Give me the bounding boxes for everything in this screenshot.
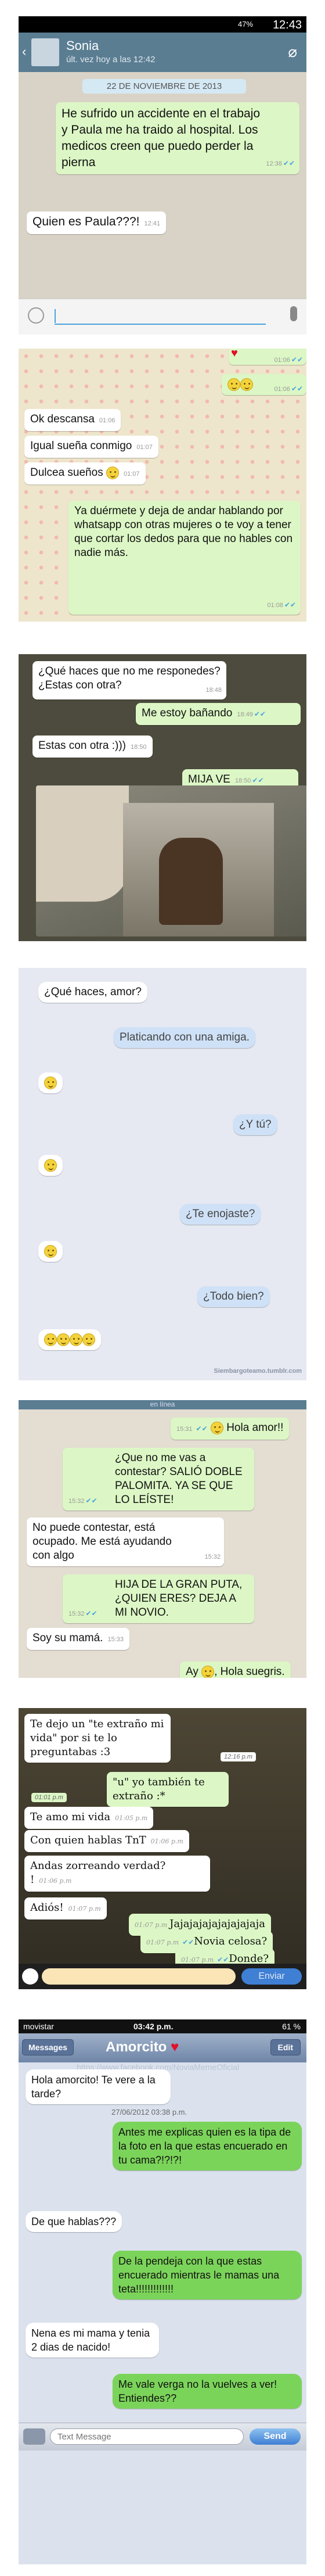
message-input[interactable] xyxy=(42,1968,236,1985)
screenshot-3: ¿Qué haces que no me responedes? ¿Estas … xyxy=(19,654,306,941)
camera-icon[interactable] xyxy=(23,2428,45,2445)
online-status: en línea xyxy=(19,1400,306,1409)
back-button[interactable]: Messages xyxy=(22,2039,74,2055)
message-input[interactable] xyxy=(55,307,266,325)
message-bubble: Soy su mamá. 15:33 xyxy=(27,1628,129,1650)
watermark: Siembargoteamo.tumblr.com xyxy=(214,1368,302,1375)
message-bubble: "u" yo también te extraño :* xyxy=(107,1772,229,1807)
message-bubble: Nena es mi mama y tenia 2 dias de nacido… xyxy=(26,2323,159,2358)
screenshot-2: ♥ 01:06 ✔✔ 01:06 ✔✔ Ok descansa 01:06 Igual… xyxy=(19,349,306,622)
message-bubble: Ay , Hola suegris. xyxy=(180,1662,291,1678)
message-bubble: Hola amorcito! Te vere a la tarde? xyxy=(26,2069,171,2104)
carrier: movistar xyxy=(23,2022,54,2031)
date-badge: 22 DE NOVIEMBRE DE 2013 xyxy=(82,79,246,94)
compose-bar xyxy=(19,299,306,335)
message-bubble: Ya duérmete y deja de andar hablando por… xyxy=(68,501,301,615)
smile-emoji xyxy=(44,1244,57,1258)
smile-emoji xyxy=(82,1333,95,1346)
smile-emoji xyxy=(44,1076,57,1089)
message-input[interactable] xyxy=(50,2428,244,2445)
send-button[interactable]: Enviar xyxy=(241,1968,302,1985)
message-bubble: Te amo mi vida 01:05 p.m xyxy=(24,1807,154,1829)
message-bubble: ¿Todo bien? xyxy=(197,1286,270,1307)
message-bubble: Igual sueña conmigo 01:07 xyxy=(24,436,158,458)
message-bubble: Andas zorreando verdad? ! 01:06 p.m xyxy=(24,1856,210,1892)
message-bubble: Estas con otra :))) 18:50 xyxy=(32,736,153,758)
message-bubble: ¿Te enojaste? xyxy=(180,1204,261,1225)
message-bubble: ¿Que no me vas a contestar? SALIÓ DOBLE … xyxy=(63,1448,254,1511)
compose-bar: Send xyxy=(19,2423,306,2451)
screenshot-5: en línea 15:31 ✔✔ Hola amor!! ¿Que no me … xyxy=(19,1400,306,1678)
back-icon[interactable]: ‹ xyxy=(22,44,26,59)
person-photo xyxy=(159,838,223,925)
heart-emoji: ♥ xyxy=(231,349,238,360)
attach-icon[interactable]: ⌀ xyxy=(288,43,297,61)
smile-emoji xyxy=(57,1333,70,1346)
message-bubble: Antes me explicas quien es la tipa de la… xyxy=(113,2122,302,2170)
message-bubble: Adiós! 01:07 p.m xyxy=(24,1897,107,1920)
message-bubble: Platicando con una amiga. xyxy=(114,1027,255,1048)
message-bubble: Dulcea sueños 01:07 xyxy=(24,462,146,485)
smile-emoji xyxy=(240,378,253,391)
message-bubble: HIJA DE LA GRAN PUTA, ¿QUIEN ERES? DEJA … xyxy=(63,1574,254,1623)
message-bubble xyxy=(38,1072,63,1093)
smile-emoji xyxy=(106,466,119,479)
heart-icon: ♥ xyxy=(171,2039,179,2055)
battery-level: 61 % xyxy=(282,2022,301,2031)
message-bubble: No puede contestar, está ocupado. Me est… xyxy=(27,1517,224,1566)
avatar[interactable] xyxy=(31,38,59,66)
last-seen: últ. vez hoy a las 12:42 xyxy=(66,55,156,64)
contact-name[interactable]: Sonia xyxy=(66,38,99,53)
message-time: 01:01 p.m xyxy=(31,1793,67,1802)
dog-photo xyxy=(36,785,129,902)
nav-bar: Messages Amorcito ♥ Edit xyxy=(19,2033,306,2062)
screenshot-6: Te dejo un "te extraño mi vida" por si t… xyxy=(19,1708,306,1989)
compose-bar: Enviar xyxy=(19,1964,306,1989)
screenshot-7: movistar 03:42 p.m. 61 % Messages Amorci… xyxy=(19,2019,306,2564)
message-bubble: De la pendeja con la que estas encuerado… xyxy=(113,2251,302,2299)
edit-button[interactable]: Edit xyxy=(270,2039,301,2055)
photo-attachment[interactable] xyxy=(36,785,306,937)
smile-emoji xyxy=(44,1333,57,1346)
message-bubble: Con quien hablas TnT 01:06 p.m xyxy=(24,1830,189,1852)
screenshot-1: 47% 12:43 ‹ Sonia últ. vez hoy a las 12:… xyxy=(19,16,306,335)
message-bubble: Me vale verga no la vuelves a ver! Entie… xyxy=(113,2374,302,2409)
message-bubble: Quien es Paula???! 12:41 xyxy=(27,211,166,234)
message-bubble: Ok descansa 01:06 xyxy=(24,409,121,431)
message-bubble: 15:31 ✔✔ Hola amor!! xyxy=(171,1418,290,1440)
screenshot-4: ¿Qué haces, amor? Platicando con una ami… xyxy=(19,968,306,1380)
message-bubble xyxy=(38,1329,101,1350)
smile-emoji xyxy=(70,1333,82,1346)
message-time: 12:16 p.m xyxy=(221,1752,256,1761)
status-time: 12:43 xyxy=(272,19,302,31)
date-label: 27/06/2012 03:38 p.m. xyxy=(111,2108,187,2116)
message-bubble: ¿Y tú? xyxy=(233,1114,277,1135)
heart-eyes-emoji xyxy=(210,1421,223,1434)
send-button[interactable]: Send xyxy=(250,2428,301,2445)
smile-emoji xyxy=(44,1158,57,1172)
worried-emoji xyxy=(201,1665,215,1678)
smile-emoji xyxy=(228,378,240,391)
message-bubble: Me estoy bañando 18:49 ✔✔ xyxy=(136,703,301,725)
message-bubble xyxy=(38,1241,63,1262)
message-bubble: ¿Qué haces que no me responedes? ¿Estas … xyxy=(32,661,226,699)
battery-icon: 47% xyxy=(237,20,253,28)
message-bubble: De que hablas??? xyxy=(26,2211,122,2232)
message-bubble: ¿Qué haces, amor? xyxy=(38,982,147,1003)
status-time: 03:42 p.m. xyxy=(133,2022,174,2031)
microphone-icon[interactable] xyxy=(290,306,297,321)
ios-status-bar: movistar 03:42 p.m. 61 % xyxy=(19,2019,306,2033)
emoji-button[interactable] xyxy=(22,1968,38,1985)
chat-header: ‹ Sonia últ. vez hoy a las 12:42 ⌀ xyxy=(19,33,306,72)
emoji-icon[interactable] xyxy=(28,307,44,324)
chat-title: Amorcito ♥ xyxy=(106,2039,179,2055)
android-status-bar: 47% 12:43 xyxy=(19,16,306,33)
message-bubble: 01:06 ✔✔ xyxy=(222,374,306,395)
message-bubble: He sufrido un accidente en el trabajo y … xyxy=(56,102,299,174)
message-bubble xyxy=(38,1155,63,1176)
message-time: 12:38 ✔✔ xyxy=(266,159,295,167)
message-bubble: ♥ 01:06 ✔✔ xyxy=(229,349,306,365)
message-bubble: Te dejo un "te extraño mi vida" por si t… xyxy=(24,1714,171,1763)
